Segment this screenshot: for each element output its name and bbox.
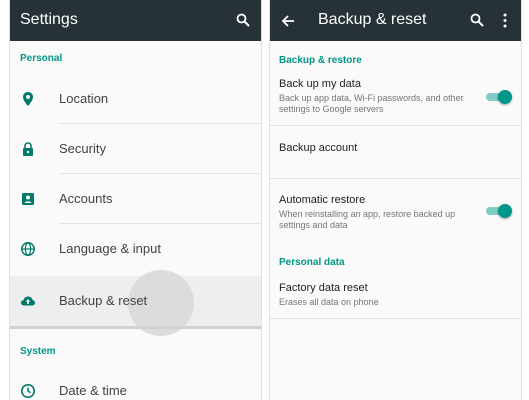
pref-summary: Back up app data, Wi-Fi passwords, and o… xyxy=(279,93,464,114)
account-box-icon xyxy=(22,193,34,205)
settings-item-label: Accounts xyxy=(59,191,113,206)
settings-item-language-input[interactable]: Language & input xyxy=(10,224,261,274)
search-icon[interactable] xyxy=(470,13,484,27)
search-icon[interactable] xyxy=(236,13,250,27)
settings-app-bar: Settings xyxy=(10,0,261,41)
section-header-backup-restore: Backup & restore xyxy=(279,55,362,66)
section-header-personal: Personal xyxy=(20,53,63,64)
settings-panel: Settings Personal Location Security Acco… xyxy=(9,0,262,400)
settings-item-label: Security xyxy=(59,141,106,156)
settings-item-label: Backup & reset xyxy=(59,293,148,308)
globe-icon xyxy=(21,242,35,256)
pref-factory-data-reset[interactable]: Factory data reset Erases all data on ph… xyxy=(279,282,521,308)
toggle-thumb xyxy=(498,204,512,218)
section-header-system: System xyxy=(20,346,56,357)
pref-summary: When reinstalling an app, restore backed… xyxy=(279,209,456,230)
settings-item-label: Language & input xyxy=(59,241,161,256)
clock-icon xyxy=(21,384,35,398)
pref-title: Back up my data xyxy=(279,78,361,90)
divider xyxy=(270,178,521,179)
divider xyxy=(270,125,521,126)
settings-title: Settings xyxy=(20,11,78,28)
back-arrow-icon[interactable] xyxy=(281,14,295,28)
more-vert-icon[interactable] xyxy=(502,13,508,28)
settings-item-label: Date & time xyxy=(59,383,127,398)
location-pin-icon xyxy=(23,92,33,106)
pref-title: Factory data reset xyxy=(279,282,368,294)
divider xyxy=(270,318,521,319)
settings-item-accounts[interactable]: Accounts xyxy=(10,174,261,224)
settings-item-date-time[interactable]: Date & time xyxy=(10,366,261,400)
lock-icon xyxy=(23,142,33,156)
settings-item-label: Location xyxy=(59,91,109,106)
backup-title: Backup & reset xyxy=(318,11,427,28)
backup-reset-panel: Backup & reset Backup & restore Back up … xyxy=(269,0,522,400)
settings-item-location[interactable]: Location xyxy=(10,74,261,124)
cloud-upload-icon xyxy=(21,296,35,306)
pref-summary: Erases all data on phone xyxy=(279,297,379,307)
settings-item-backup-reset[interactable]: Backup & reset xyxy=(10,270,261,336)
pref-backup-account[interactable]: Backup account xyxy=(279,142,521,154)
pref-title: Backup account xyxy=(279,142,358,154)
settings-item-security[interactable]: Security xyxy=(10,124,261,174)
backup-app-bar: Backup & reset xyxy=(270,0,521,41)
toggle-thumb xyxy=(498,90,512,104)
automatic-restore-toggle[interactable] xyxy=(484,204,512,218)
divider xyxy=(10,326,261,329)
back-up-my-data-toggle[interactable] xyxy=(484,90,512,104)
section-header-personal-data: Personal data xyxy=(279,257,345,268)
